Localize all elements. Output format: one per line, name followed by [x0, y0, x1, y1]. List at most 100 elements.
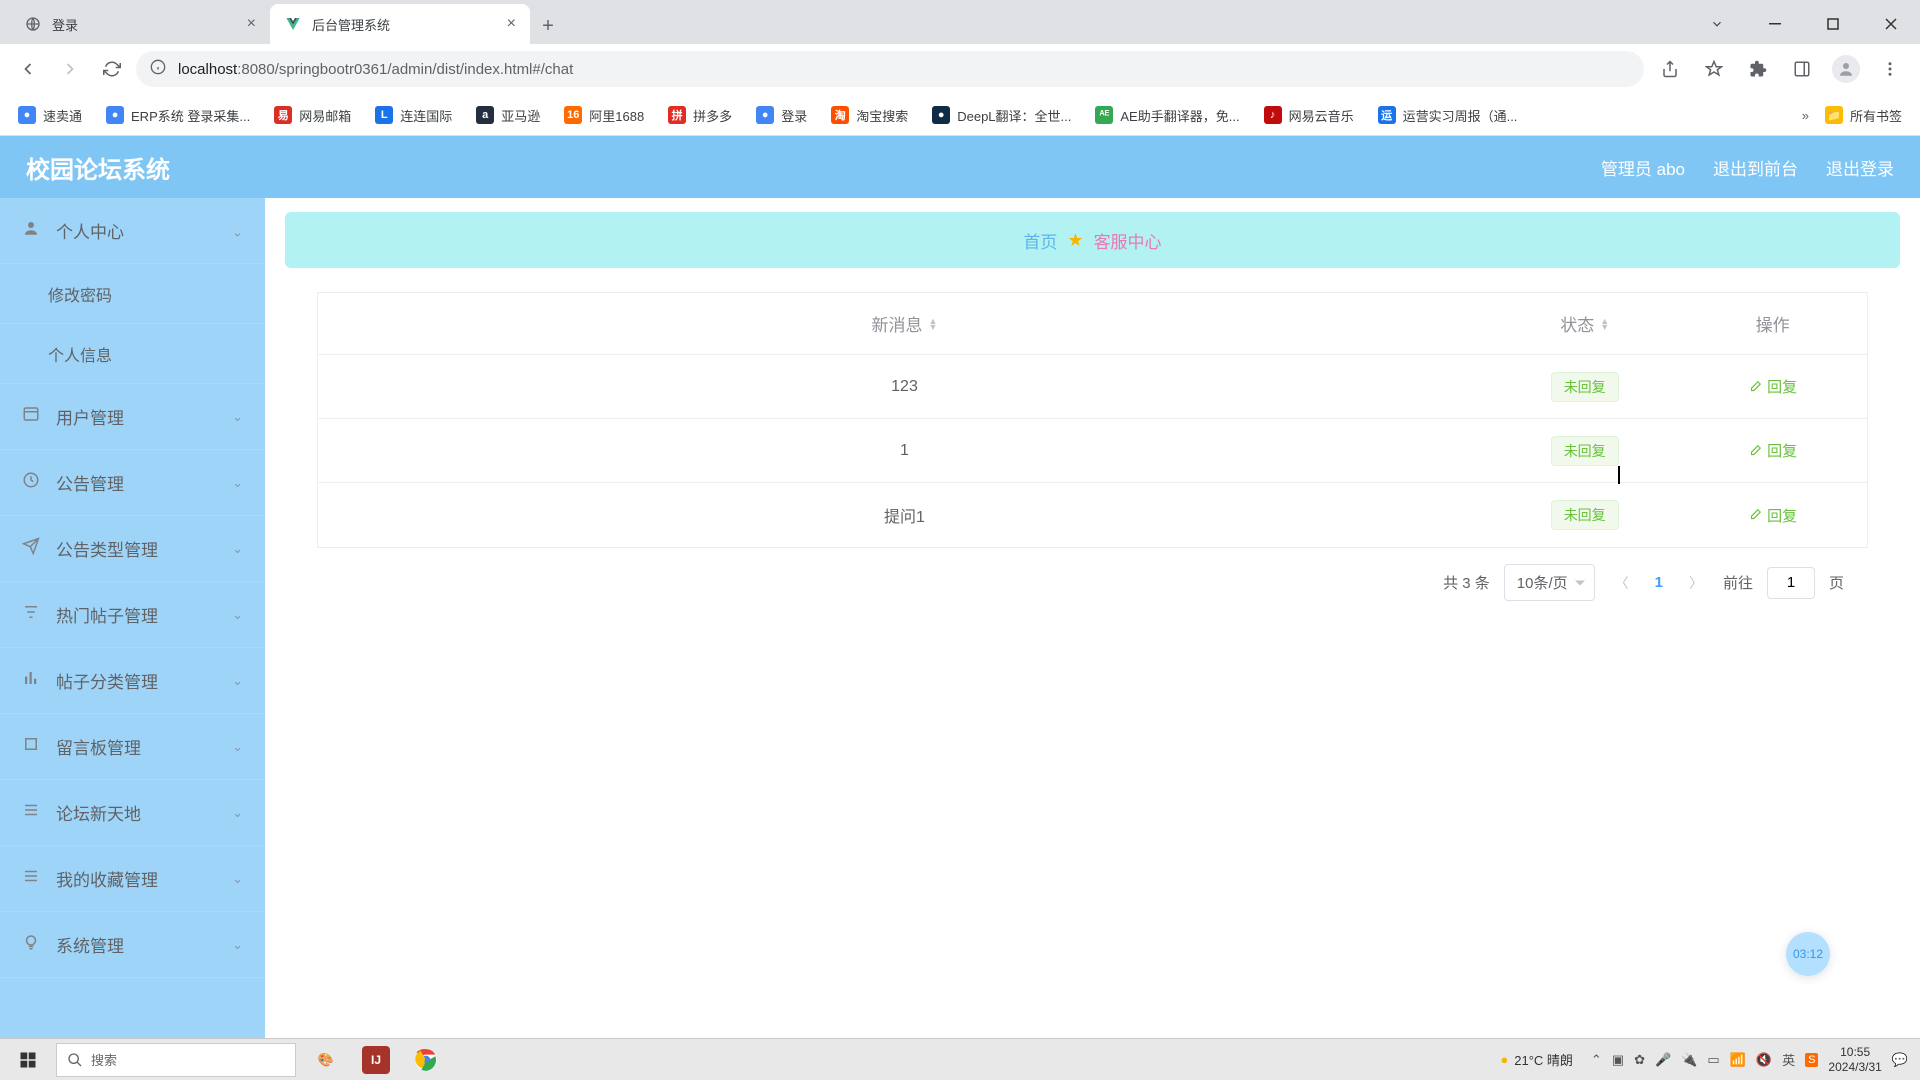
taskbar-app-idea[interactable]: IJ: [352, 1039, 400, 1080]
sidebar-item-guestbook[interactable]: 留言板管理 ⌄: [0, 714, 265, 780]
chevron-down-icon: ⌄: [232, 739, 243, 755]
tray-icon[interactable]: ▣: [1612, 1052, 1624, 1068]
breadcrumb-home[interactable]: 首页: [1023, 228, 1057, 253]
taskbar-clock[interactable]: 10:55 2024/3/31: [1828, 1045, 1881, 1075]
app: 校园论坛系统 管理员 abo 退出到前台 退出登录 个人中心 ⌃ 修改密码 个人…: [0, 136, 1920, 1038]
url-input[interactable]: localhost:8080/springbootr0361/admin/dis…: [136, 51, 1644, 87]
menu-icon[interactable]: [1870, 51, 1910, 87]
sidebar-item-forum[interactable]: 论坛新天地 ⌄: [0, 780, 265, 846]
sidebar-sub-change-password[interactable]: 修改密码: [0, 264, 265, 324]
breadcrumb: 首页 ★ 客服中心: [285, 212, 1900, 268]
taskbar-app-paint[interactable]: 🎨: [302, 1039, 350, 1080]
sidebar-item-hot-posts[interactable]: 热门帖子管理 ⌄: [0, 582, 265, 648]
tray-notifications-icon[interactable]: 💬: [1892, 1052, 1908, 1068]
floating-timer-badge[interactable]: 03:12: [1786, 932, 1830, 976]
next-page-button[interactable]: 〉: [1683, 573, 1709, 593]
profile-icon[interactable]: [1826, 51, 1866, 87]
bookmark-item[interactable]: L连连国际: [367, 101, 460, 130]
tray-battery-icon[interactable]: ▭: [1707, 1052, 1719, 1068]
bookmark-item[interactable]: 16阿里1688: [556, 101, 652, 130]
reply-button[interactable]: 回复: [1748, 505, 1797, 526]
chevron-down-icon: ⌄: [232, 805, 243, 821]
share-icon[interactable]: [1650, 51, 1690, 87]
tray-sogou-icon[interactable]: S: [1805, 1053, 1818, 1067]
tray-wifi-icon[interactable]: 📶: [1730, 1052, 1746, 1068]
reply-button[interactable]: 回复: [1748, 376, 1797, 397]
goto-page-input[interactable]: [1767, 567, 1815, 599]
extensions-icon[interactable]: [1738, 51, 1778, 87]
sidebar-item-system[interactable]: 系统管理 ⌄: [0, 912, 265, 978]
browser-tab-0[interactable]: 登录 ×: [10, 4, 270, 44]
tray-ime-label[interactable]: 英: [1782, 1050, 1795, 1069]
back-button[interactable]: [10, 51, 46, 87]
tray-icon[interactable]: ✿: [1634, 1052, 1645, 1068]
tray-expand-icon[interactable]: ⌃: [1591, 1052, 1602, 1068]
sidebar-item-announce-type[interactable]: 公告类型管理 ⌄: [0, 516, 265, 582]
sidebar-item-favorites[interactable]: 我的收藏管理 ⌄: [0, 846, 265, 912]
logout-link[interactable]: 退出登录: [1826, 155, 1894, 180]
table-row: 123 未回复 回复: [318, 355, 1866, 419]
bookmarks-overflow-icon[interactable]: »: [1802, 108, 1809, 123]
bookmark-star-icon[interactable]: [1694, 51, 1734, 87]
user-icon: [22, 219, 44, 242]
column-header-status[interactable]: 状态 ▲▼: [1491, 311, 1679, 336]
tray-power-icon[interactable]: 🔌: [1681, 1052, 1697, 1068]
close-window-button[interactable]: [1862, 4, 1920, 44]
reload-button[interactable]: [94, 51, 130, 87]
all-bookmarks-button[interactable]: 📁所有书签: [1817, 101, 1910, 130]
bookmark-item[interactable]: ●登录: [748, 101, 815, 130]
sort-icon: ▲▼: [929, 318, 938, 330]
minimize-button[interactable]: [1746, 4, 1804, 44]
chevron-down-icon: ⌄: [232, 607, 243, 623]
crop-icon: [22, 735, 44, 758]
taskbar-weather[interactable]: ● 21°C 晴朗: [1500, 1050, 1573, 1069]
tab-close-icon[interactable]: ×: [507, 15, 516, 33]
sidebar-item-post-category[interactable]: 帖子分类管理 ⌄: [0, 648, 265, 714]
clock-icon: [22, 471, 44, 494]
reply-button[interactable]: 回复: [1748, 440, 1797, 461]
exit-to-front-link[interactable]: 退出到前台: [1713, 155, 1798, 180]
page-number-current[interactable]: 1: [1649, 574, 1669, 591]
tray-mic-icon[interactable]: 🎤: [1655, 1052, 1671, 1068]
bookmarks-bar: ●速卖通 ●ERP系统 登录采集... 易网易邮箱 L连连国际 a亚马逊 16阿…: [0, 94, 1920, 136]
bookmark-item[interactable]: 运运营实习周报（通...: [1370, 101, 1526, 130]
sidebar-item-announce[interactable]: 公告管理 ⌄: [0, 450, 265, 516]
forward-button[interactable]: [52, 51, 88, 87]
column-header-message[interactable]: 新消息 ▲▼: [318, 311, 1490, 336]
bookmark-item[interactable]: 淘淘宝搜索: [823, 101, 916, 130]
current-user-label[interactable]: 管理员 abo: [1601, 155, 1685, 180]
bookmark-item[interactable]: a亚马逊: [468, 101, 548, 130]
tab-bar: 登录 × 后台管理系统 × +: [0, 0, 1920, 44]
window-controls: [1688, 4, 1920, 44]
sidebar-item-profile[interactable]: 个人中心 ⌃: [0, 198, 265, 264]
table-row: 提问1 未回复 回复: [318, 483, 1866, 547]
status-badge: 未回复: [1551, 436, 1619, 466]
sun-icon: ●: [1500, 1052, 1508, 1067]
taskbar-search-input[interactable]: 搜索: [56, 1043, 296, 1077]
tray-volume-icon[interactable]: 🔇: [1756, 1052, 1772, 1068]
bookmark-item[interactable]: ♪网易云音乐: [1256, 101, 1362, 130]
bookmark-item[interactable]: ●DeepL翻译：全世...: [924, 101, 1079, 130]
chevron-down-icon[interactable]: [1688, 4, 1746, 44]
breadcrumb-current: 客服中心: [1094, 228, 1162, 253]
prev-page-button[interactable]: 〈: [1609, 573, 1635, 593]
bookmark-item[interactable]: 拼拼多多: [660, 101, 740, 130]
maximize-button[interactable]: [1804, 4, 1862, 44]
page-size-select[interactable]: 10条/页: [1504, 564, 1595, 601]
bar-icon: [22, 669, 44, 692]
sidebar-sub-profile-info[interactable]: 个人信息: [0, 324, 265, 384]
sidebar-item-users[interactable]: 用户管理 ⌄: [0, 384, 265, 450]
bookmark-item[interactable]: ᴬᴱAE助手翻译器，免...: [1087, 101, 1247, 130]
taskbar-app-chrome[interactable]: [402, 1039, 450, 1080]
bookmark-item[interactable]: ●ERP系统 登录采集...: [98, 101, 258, 130]
start-button[interactable]: [0, 1039, 56, 1080]
bookmark-item[interactable]: ●速卖通: [10, 101, 90, 130]
tab-close-icon[interactable]: ×: [247, 15, 256, 33]
table-row: 1 未回复 回复: [318, 419, 1866, 483]
browser-tab-1[interactable]: 后台管理系统 ×: [270, 4, 530, 44]
status-badge: 未回复: [1551, 372, 1619, 402]
site-info-icon[interactable]: [150, 59, 168, 79]
new-tab-button[interactable]: +: [530, 8, 566, 44]
side-panel-icon[interactable]: [1782, 51, 1822, 87]
bookmark-item[interactable]: 易网易邮箱: [266, 101, 359, 130]
